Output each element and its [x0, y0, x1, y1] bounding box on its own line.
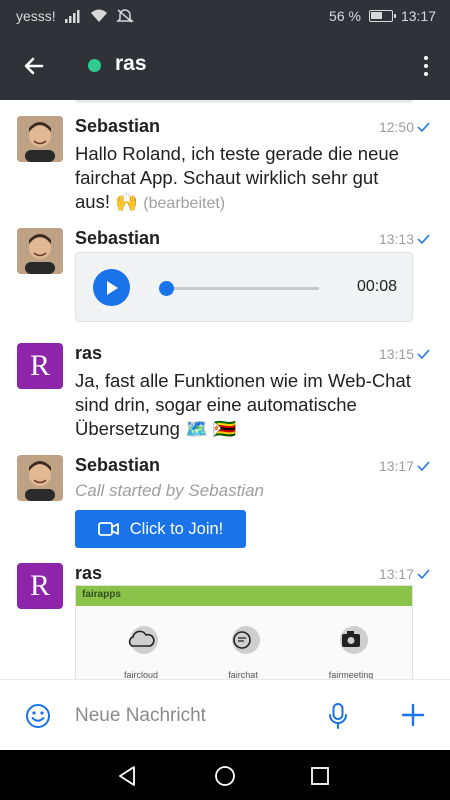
call-note: Call started by Sebastian	[75, 481, 264, 500]
microphone-icon[interactable]	[326, 702, 350, 730]
preview-app-label: fairchat	[228, 670, 258, 679]
avatar-photo	[17, 116, 63, 162]
audio-progress-track[interactable]	[158, 281, 319, 296]
camera-icon	[334, 626, 368, 654]
avatar-sebastian[interactable]	[17, 228, 63, 274]
battery-icon	[368, 10, 396, 22]
message-composer	[0, 679, 450, 750]
nav-recents-icon[interactable]	[307, 763, 333, 789]
nav-back-icon[interactable]	[114, 763, 140, 789]
message-time: 13:17	[379, 566, 430, 582]
more-vertical-icon[interactable]	[412, 48, 440, 84]
sender-name: Sebastian	[75, 116, 161, 136]
audio-progress-handle[interactable]	[158, 281, 174, 296]
message-time: 12:50	[379, 119, 430, 135]
check-icon	[417, 569, 430, 579]
nav-home-icon[interactable]	[212, 763, 238, 789]
preview-app-faircloud: faircloud	[96, 626, 186, 679]
avatar-sebastian[interactable]	[17, 116, 63, 162]
chat-bubble-icon	[226, 626, 260, 654]
sender-name: Sebastian	[75, 455, 161, 475]
emoji-icon[interactable]	[24, 702, 52, 730]
preview-app-fairmeeting: fairmeeting	[306, 626, 396, 679]
avatar-photo	[17, 228, 63, 274]
audio-duration: 00:08	[356, 278, 397, 295]
wifi-icon	[90, 9, 107, 22]
play-button[interactable]	[93, 269, 130, 306]
previous-message-edge	[75, 100, 413, 103]
preview-app-fairchat: fairchat	[198, 626, 288, 679]
time-label: 13:17	[378, 458, 414, 474]
video-camera-icon	[97, 522, 119, 536]
preview-app-label: faircloud	[123, 670, 159, 679]
preview-app-label: fairmeeting	[328, 670, 374, 679]
sender-name: ras	[75, 343, 103, 363]
time-label: 12:50	[378, 119, 414, 135]
message-list[interactable]: Sebastian 12:50 Hallo Roland, ich teste …	[0, 100, 450, 679]
message-time: 13:13	[379, 231, 430, 247]
check-icon	[417, 461, 430, 471]
clock: 13:17	[400, 8, 436, 24]
status-left: yesss!	[16, 8, 134, 24]
audio-player: 00:08	[75, 252, 413, 322]
mute-icon	[115, 9, 134, 23]
preview-brand: fairapps	[82, 589, 121, 600]
message-body: Hallo Roland, ich teste gerade die neue …	[75, 143, 399, 212]
avatar-ras[interactable]: R	[17, 343, 63, 389]
status-right: 56 % 13:17	[329, 8, 436, 24]
message-time: 13:17	[379, 458, 430, 474]
system-nav-bar	[0, 750, 450, 800]
message-input[interactable]	[75, 700, 295, 732]
battery-percent: 56 %	[329, 8, 361, 24]
back-button[interactable]	[16, 48, 52, 84]
join-call-button[interactable]: Click to Join!	[75, 510, 246, 548]
sender-name: ras	[75, 563, 103, 583]
join-call-label: Click to Join!	[129, 519, 224, 538]
message-time: 13:15	[379, 346, 430, 362]
avatar-photo	[17, 455, 63, 501]
chat-title[interactable]: ras	[115, 52, 147, 76]
play-icon	[106, 280, 118, 295]
image-preview[interactable]: fairapps faircloud fairchat fairmeeting	[75, 585, 413, 679]
edited-label: (bearbeitet)	[143, 195, 226, 212]
chat-header: ras	[0, 32, 450, 100]
arrow-left-icon	[24, 57, 44, 75]
status-bar: yesss! 56 % 13:17	[0, 0, 450, 32]
check-icon	[417, 234, 430, 244]
sender-name: Sebastian	[75, 228, 161, 248]
time-label: 13:15	[378, 346, 414, 362]
plus-icon[interactable]	[400, 702, 426, 728]
time-label: 13:13	[378, 231, 414, 247]
time-label: 13:17	[378, 566, 414, 582]
presence-indicator	[88, 59, 101, 72]
carrier-label: yesss!	[16, 8, 56, 24]
preview-header-bar: fairapps	[76, 586, 412, 606]
signal-icon	[64, 10, 80, 23]
avatar-sebastian[interactable]	[17, 455, 63, 501]
message-text: Hallo Roland, ich teste gerade die neue …	[75, 142, 415, 216]
battery-level	[370, 12, 382, 19]
check-icon	[417, 349, 430, 359]
check-icon	[417, 122, 430, 132]
avatar-ras[interactable]: R	[17, 563, 63, 609]
cloud-icon	[124, 626, 158, 654]
message-text: Ja, fast alle Funktionen wie im Web-Chat…	[75, 370, 411, 439]
